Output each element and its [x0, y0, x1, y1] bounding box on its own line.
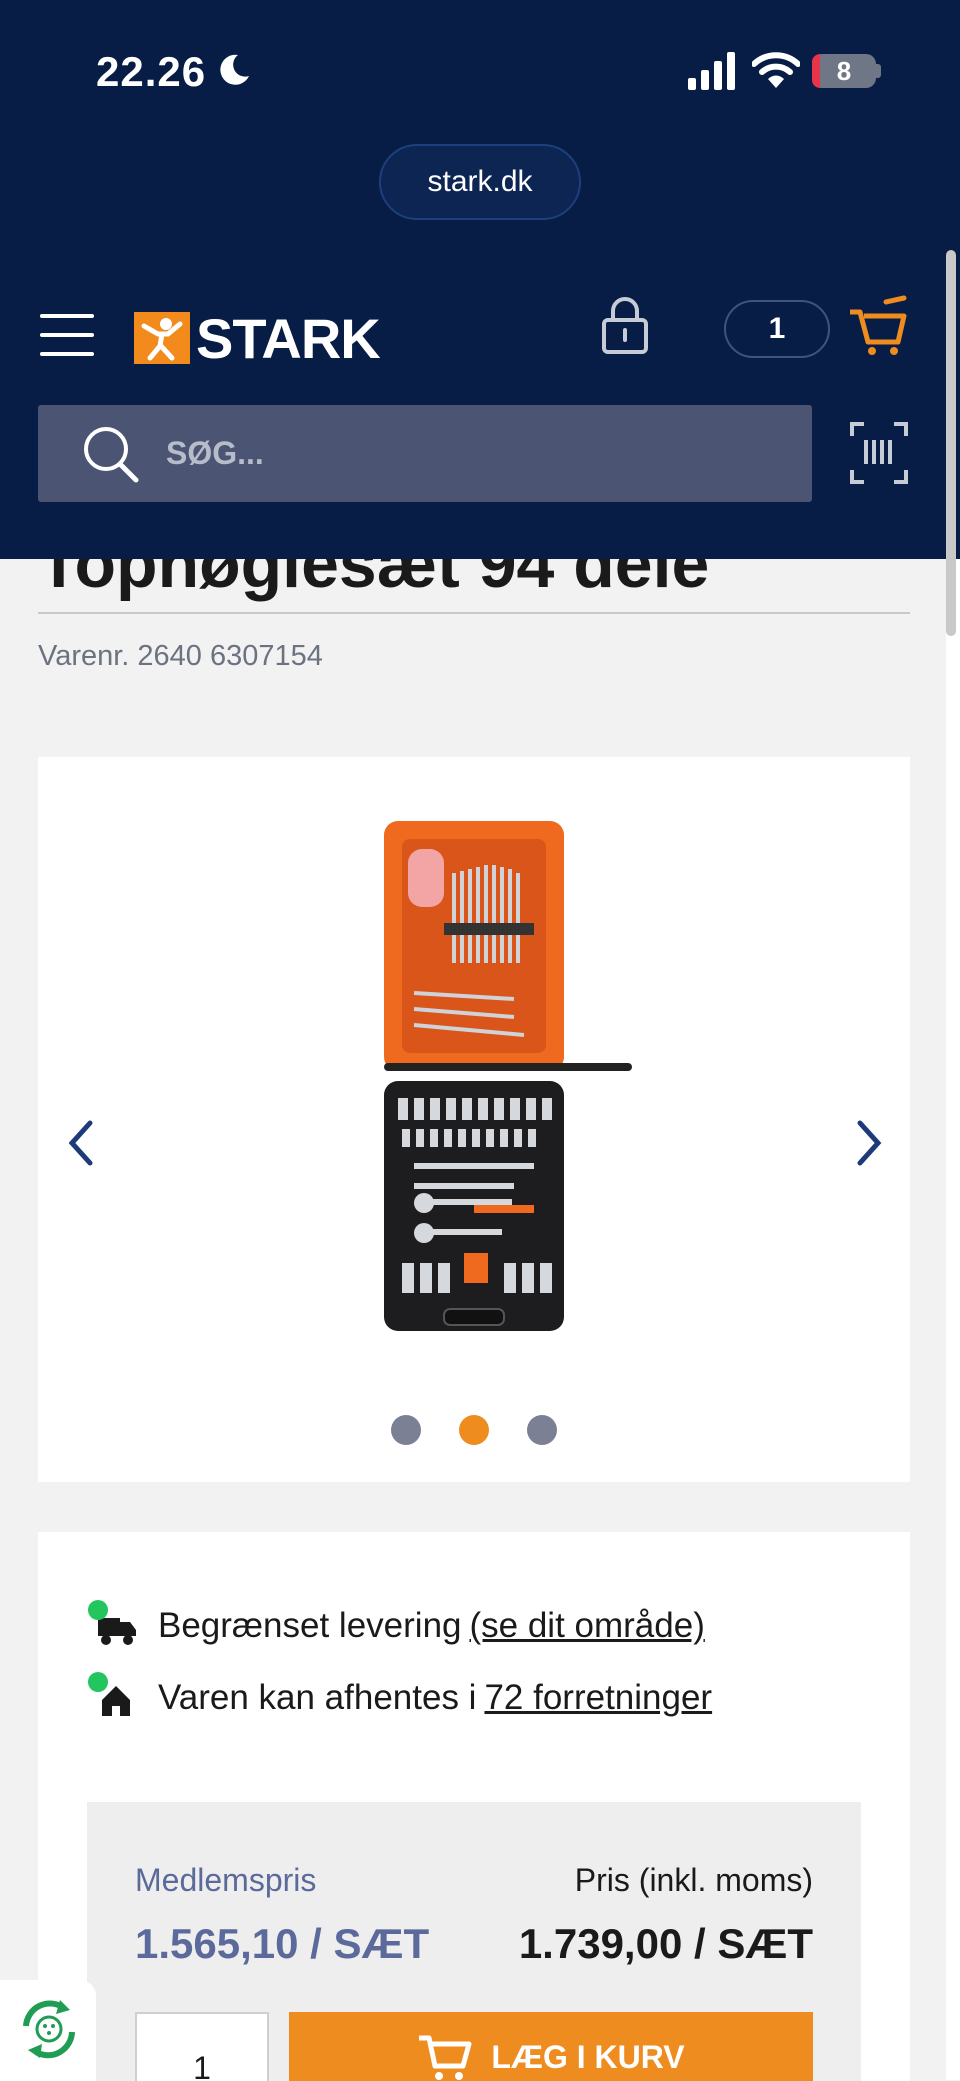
- app-header: 22.26 8 stark.dk STARK 1 SØG...: [0, 0, 960, 559]
- add-to-cart-button[interactable]: LÆG I KURV: [289, 2012, 813, 2081]
- cart-icon[interactable]: [848, 294, 908, 358]
- battery-indicator: 8: [812, 54, 876, 88]
- cellular-signal-icon: [688, 52, 735, 90]
- gallery-dot-2[interactable]: [459, 1415, 489, 1445]
- price-label: Pris (inkl. moms): [574, 1862, 813, 1898]
- pickup-row: Varen kan afhentes i 72 forretninger: [88, 1672, 712, 1720]
- available-dot: [88, 1672, 108, 1692]
- delivery-text: Begrænset levering: [158, 1606, 462, 1645]
- recycle-icon: [23, 2000, 75, 2059]
- search-icon: [84, 426, 139, 482]
- scrollbar[interactable]: [946, 250, 956, 636]
- member-price-label: Medlemspris: [135, 1862, 317, 1898]
- delivery-row: Begrænset levering (se dit område): [88, 1600, 705, 1648]
- menu-button[interactable]: [40, 314, 94, 360]
- logo-text: STARK: [196, 306, 381, 370]
- moon-icon: [220, 54, 249, 85]
- gallery-dot-1[interactable]: [391, 1415, 421, 1445]
- cart-count-badge[interactable]: 1: [724, 300, 830, 358]
- lock-icon[interactable]: [600, 294, 650, 356]
- gallery-pagination: [38, 1415, 910, 1445]
- barcode-scan-icon[interactable]: [850, 422, 908, 484]
- divider: [38, 612, 910, 614]
- cart-icon: [419, 2035, 472, 2080]
- product-gallery: [38, 757, 910, 1482]
- product-image[interactable]: [344, 813, 644, 1343]
- product-sku: Varenr. 2640 6307154: [38, 640, 323, 672]
- price-box: Medlemspris 1.565,10 / SÆT Pris (inkl. m…: [87, 1802, 861, 2081]
- delivery-truck-icon: [88, 1600, 144, 1648]
- next-image-arrow-icon[interactable]: [850, 1113, 890, 1173]
- pickup-text: Varen kan afhentes i: [158, 1678, 477, 1717]
- quantity-input[interactable]: 1: [135, 2012, 269, 2081]
- status-time: 22.26: [96, 48, 207, 95]
- stores-link[interactable]: 72 forretninger: [484, 1678, 712, 1718]
- previous-image-arrow-icon[interactable]: [60, 1113, 100, 1173]
- available-dot: [88, 1600, 108, 1620]
- search-input[interactable]: [166, 435, 766, 472]
- purchase-panel: Begrænset levering (se dit område) Varen…: [38, 1532, 910, 2081]
- member-price: 1.565,10 / SÆT: [135, 1920, 430, 1967]
- stark-logo[interactable]: STARK: [134, 307, 381, 370]
- delivery-area-link[interactable]: (se dit område): [470, 1606, 705, 1646]
- battery-nub: [876, 64, 881, 78]
- logo-mark-icon: [134, 312, 190, 364]
- price: 1.739,00 / SÆT: [518, 1920, 813, 1967]
- search-bar[interactable]: [38, 405, 812, 502]
- wifi-icon: [752, 52, 800, 88]
- page: Topnøglesæt 94 dele Varenr. 2640 6307154…: [0, 0, 960, 2081]
- add-to-cart-label: LÆG I KURV: [491, 2038, 685, 2075]
- gallery-dot-3[interactable]: [527, 1415, 557, 1445]
- recycle-widget-button[interactable]: [0, 1980, 96, 2081]
- url-bar[interactable]: stark.dk: [379, 144, 581, 220]
- store-house-icon: [88, 1672, 144, 1720]
